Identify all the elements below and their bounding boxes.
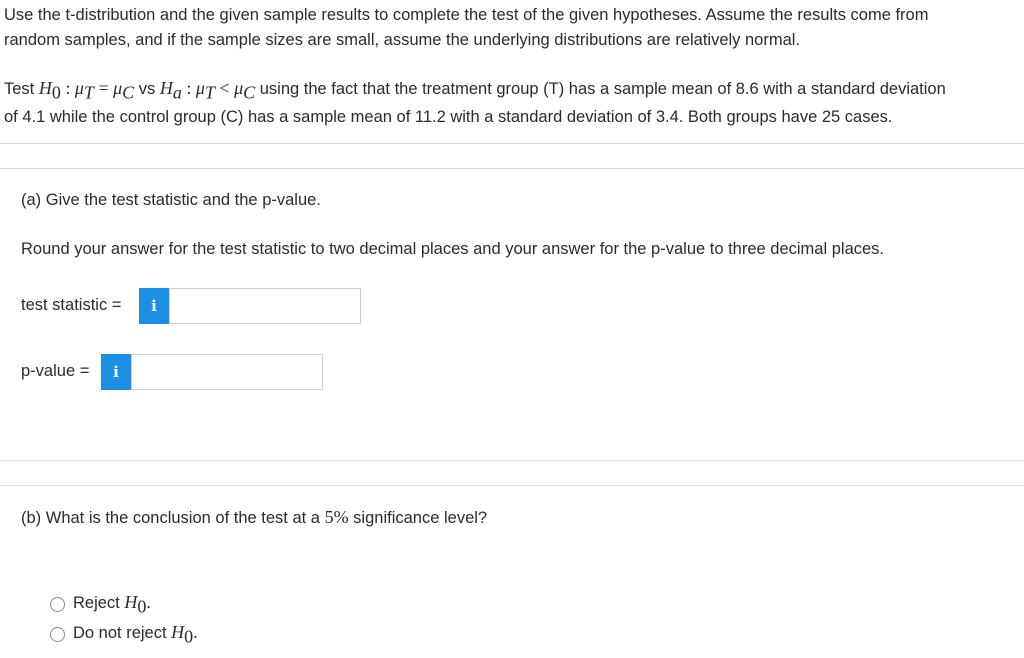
divider-2 xyxy=(0,168,1024,169)
divider-4 xyxy=(0,485,1024,486)
reject-radio[interactable] xyxy=(50,597,65,613)
problem-line-2: of 4.1 while the control group (C) has a… xyxy=(4,108,893,127)
test-word: Test xyxy=(4,80,35,98)
part-b-title: (b) What is the conclusion of the test a… xyxy=(21,507,487,528)
option-do-not-reject[interactable]: Do not reject H0. xyxy=(50,622,198,647)
p-value-label: p-value = xyxy=(21,362,90,380)
part-a-title: (a) Give the test statistic and the p-va… xyxy=(21,191,321,209)
part-a-instructions: Round your answer for the test statistic… xyxy=(21,240,885,258)
p-value-info-icon[interactable]: i xyxy=(101,354,131,390)
test-statistic-info-icon[interactable]: i xyxy=(139,288,169,324)
problem-statement: Test H0 : μT = μC vs Ha : μT < μC using … xyxy=(4,76,1020,130)
part-b-title-before: (b) What is the conclusion of the test a… xyxy=(21,509,320,527)
intro-line-2: random samples, and if the sample sizes … xyxy=(4,31,801,49)
intro-text: Use the t-distribution and the given sam… xyxy=(4,3,1020,53)
test-statistic-input[interactable] xyxy=(169,288,361,324)
do-not-reject-label: Do not reject H0. xyxy=(73,622,198,647)
divider-1 xyxy=(0,143,1024,144)
problem-text-after: using the fact that the treatment group … xyxy=(259,80,946,98)
intro-line-1: Use the t-distribution and the given sam… xyxy=(4,6,929,24)
alt-hypothesis-formula: Ha : μT < μC xyxy=(159,78,256,103)
option-reject[interactable]: Reject H0. xyxy=(50,592,151,617)
vs-word: vs xyxy=(138,80,156,98)
part-b-title-after: significance level? xyxy=(353,509,488,527)
null-hypothesis-formula: H0 : μT = μC xyxy=(38,78,135,103)
significance-level: 5% xyxy=(324,507,349,527)
reject-label: Reject H0. xyxy=(73,592,151,617)
test-statistic-label: test statistic = xyxy=(21,296,122,314)
do-not-reject-radio[interactable] xyxy=(50,627,65,643)
divider-3 xyxy=(0,460,1024,461)
p-value-input[interactable] xyxy=(131,354,323,390)
problem-line-1: Test H0 : μT = μC vs Ha : μT < μC using … xyxy=(4,76,1020,105)
